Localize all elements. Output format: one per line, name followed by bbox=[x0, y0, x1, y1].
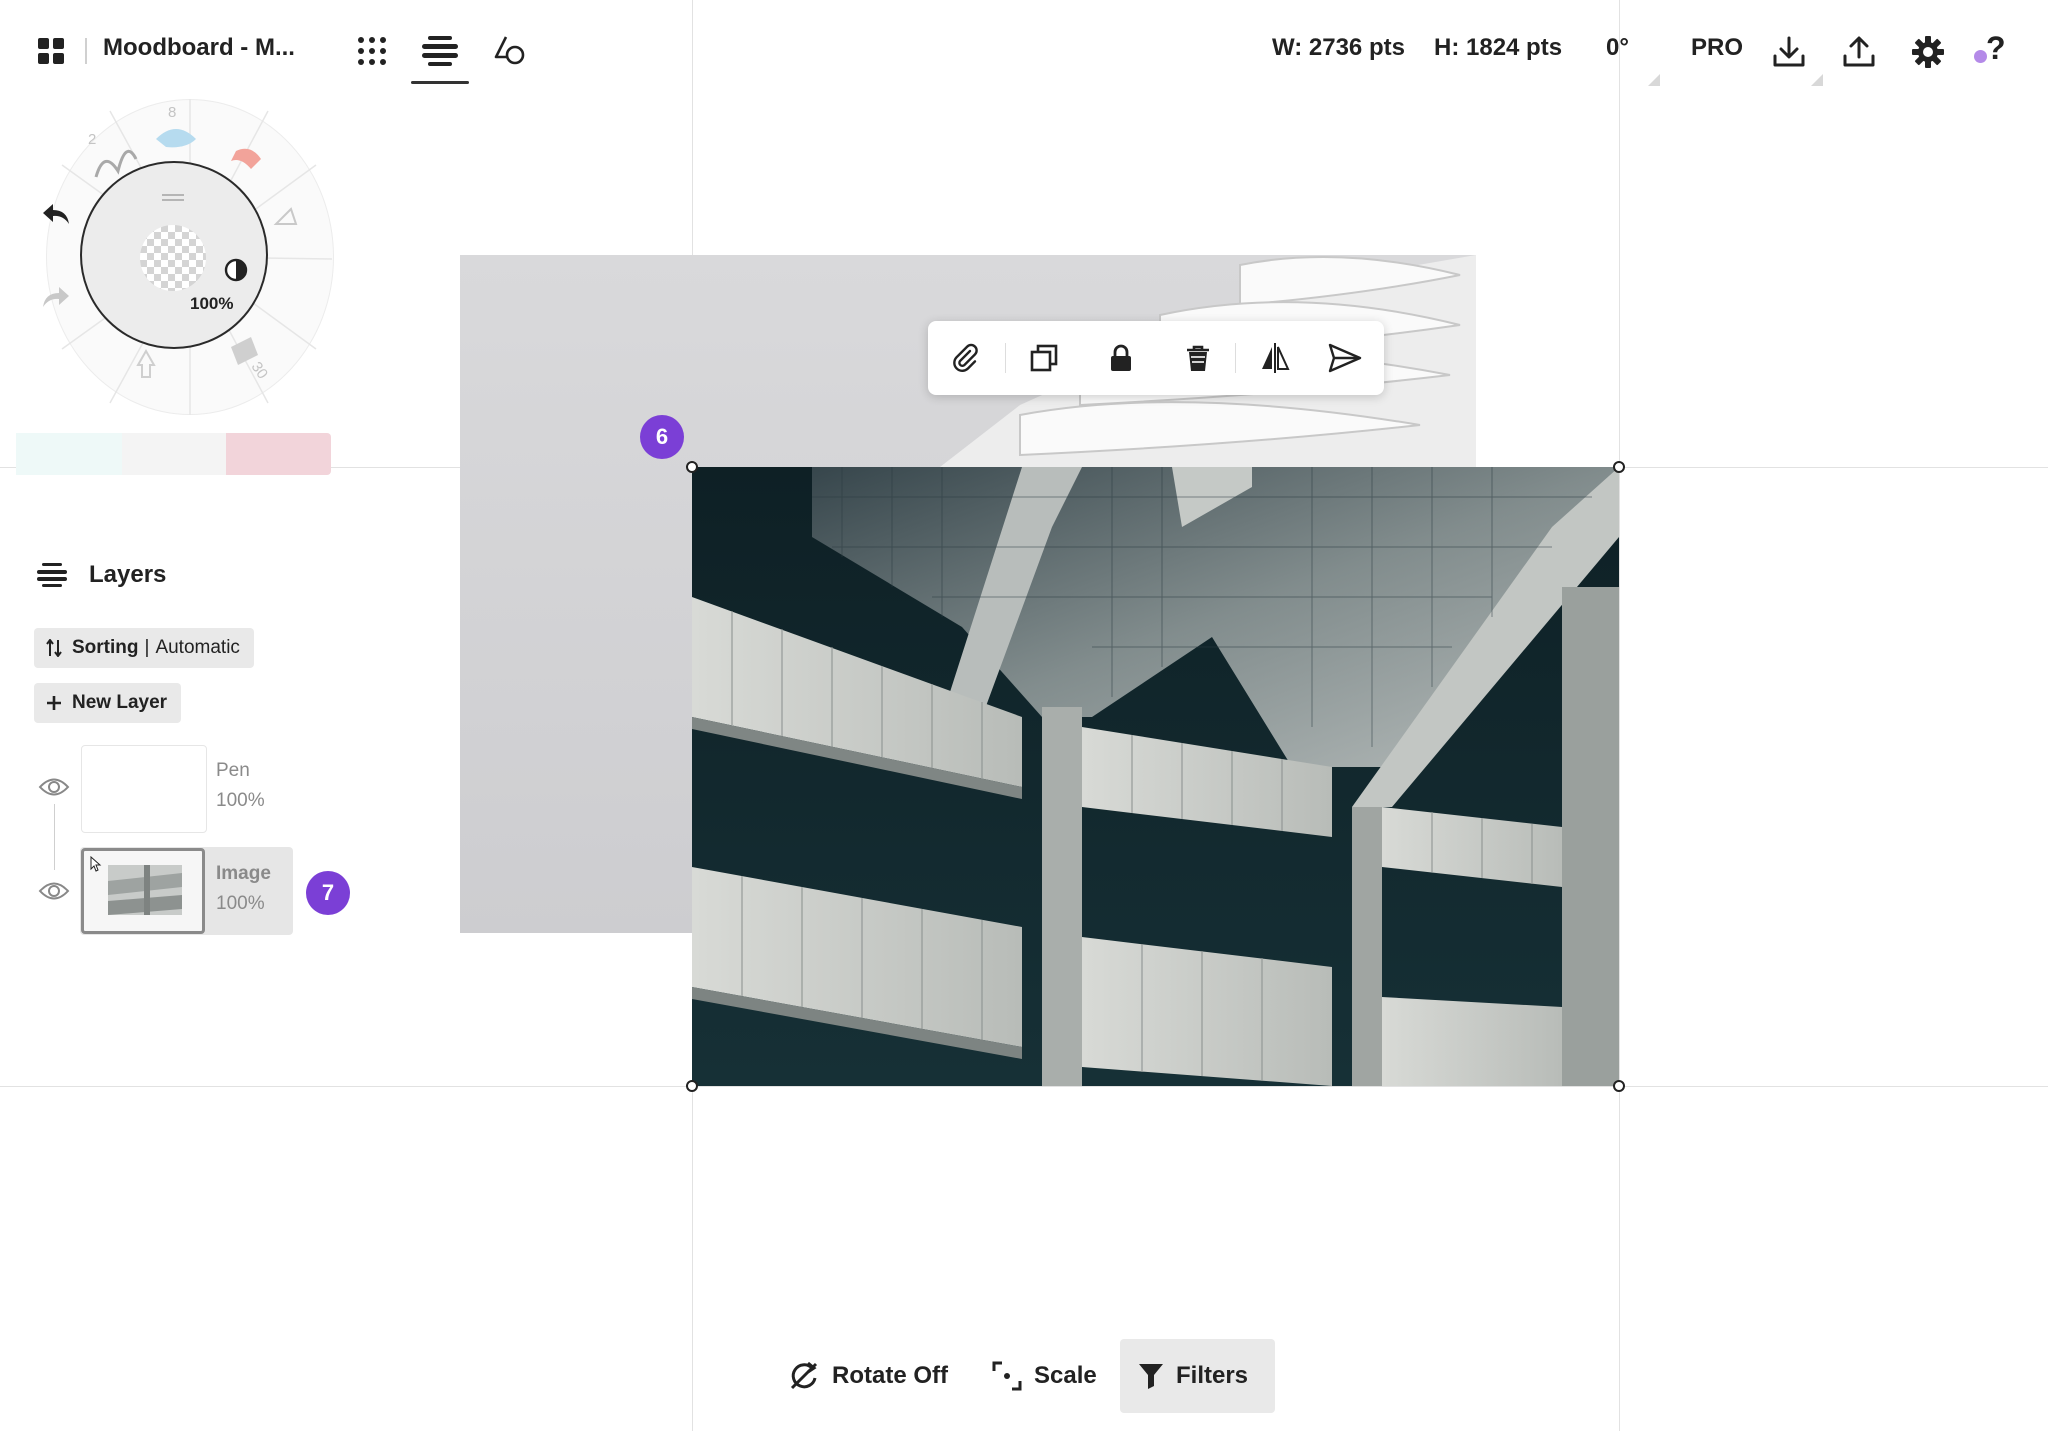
color-swatch-pink[interactable] bbox=[226, 433, 331, 475]
grid-icon[interactable] bbox=[36, 36, 66, 66]
toolbar-divider bbox=[1235, 343, 1236, 373]
active-tab-indicator bbox=[411, 81, 469, 84]
duplicate-icon[interactable] bbox=[1024, 338, 1064, 378]
pro-label[interactable]: PRO bbox=[1691, 34, 1743, 62]
flip-horizontal-icon[interactable] bbox=[1255, 338, 1295, 378]
width-readout[interactable]: W: 2736 pts bbox=[1272, 34, 1405, 62]
rotation-readout[interactable]: 0° bbox=[1606, 34, 1629, 62]
plus-icon bbox=[46, 695, 62, 711]
sorting-label: Sorting bbox=[72, 637, 139, 658]
layer-opacity-image: 100% bbox=[216, 893, 265, 914]
lock-icon[interactable] bbox=[1101, 338, 1141, 378]
layer-thumbnail-pen[interactable] bbox=[81, 745, 207, 833]
document-title[interactable]: Moodboard - M... bbox=[103, 34, 295, 62]
help-button[interactable]: ? bbox=[1986, 30, 2006, 67]
building-facade-dark bbox=[692, 467, 1619, 1086]
sort-icon bbox=[46, 639, 62, 657]
layer-opacity-pen: 100% bbox=[216, 790, 265, 811]
filters-button[interactable]: Filters bbox=[1120, 1339, 1275, 1413]
guide-line-horizontal-bottom bbox=[0, 1086, 2048, 1087]
layer-connector bbox=[54, 804, 55, 870]
size-label-small: 2 bbox=[88, 131, 97, 148]
sorting-button[interactable]: Sorting | Automatic bbox=[34, 628, 254, 668]
shapes-icon[interactable] bbox=[493, 34, 527, 68]
redo-icon[interactable] bbox=[40, 284, 72, 312]
title-divider bbox=[85, 38, 87, 64]
drag-handle-line bbox=[162, 199, 184, 201]
selection-toolbar bbox=[928, 321, 1384, 395]
new-layer-label: New Layer bbox=[72, 692, 168, 713]
eye-icon[interactable] bbox=[38, 880, 70, 902]
attach-icon[interactable] bbox=[945, 338, 985, 378]
rotate-toggle-button[interactable]: Rotate Off bbox=[770, 1339, 966, 1413]
sorting-separator: | bbox=[144, 637, 150, 658]
resize-handle-top-left[interactable] bbox=[686, 461, 698, 473]
rotate-label: Rotate Off bbox=[832, 1362, 948, 1389]
send-icon[interactable] bbox=[1325, 338, 1365, 378]
scale-label: Scale bbox=[1034, 1362, 1097, 1389]
layers-icon[interactable] bbox=[421, 34, 459, 68]
undo-icon[interactable] bbox=[40, 201, 72, 229]
dots-grid-icon[interactable] bbox=[355, 34, 389, 68]
delete-icon[interactable] bbox=[1178, 338, 1218, 378]
resize-handle-top-right[interactable] bbox=[1613, 461, 1625, 473]
transparency-preview bbox=[140, 225, 206, 291]
download-icon[interactable] bbox=[1771, 34, 1807, 70]
layer-name-image: Image bbox=[216, 863, 271, 884]
drag-handle[interactable] bbox=[162, 194, 184, 196]
gear-icon[interactable] bbox=[1910, 34, 1946, 70]
eye-icon[interactable] bbox=[38, 776, 70, 798]
rotate-off-icon bbox=[788, 1360, 820, 1392]
size-label-medium: 8 bbox=[168, 104, 177, 121]
resize-handle-bottom-right[interactable] bbox=[1613, 1080, 1625, 1092]
filters-label: Filters bbox=[1176, 1362, 1249, 1389]
upload-icon[interactable] bbox=[1841, 34, 1877, 70]
color-swatch-mint[interactable] bbox=[16, 433, 122, 475]
layers-panel-icon bbox=[37, 561, 67, 589]
cursor-icon bbox=[90, 855, 102, 872]
resize-handle-bottom-left[interactable] bbox=[686, 1080, 698, 1092]
download-corner-indicator bbox=[1811, 74, 1823, 86]
opacity-readout: 100% bbox=[190, 294, 234, 313]
contrast-icon[interactable] bbox=[224, 258, 248, 282]
rotation-corner-indicator bbox=[1648, 74, 1660, 86]
selected-image[interactable] bbox=[692, 467, 1619, 1086]
filter-icon bbox=[1138, 1362, 1164, 1390]
color-swatch-light-gray[interactable] bbox=[122, 433, 226, 475]
step-badge-layer: 7 bbox=[306, 871, 350, 915]
scale-button[interactable]: Scale bbox=[974, 1339, 1115, 1413]
step-badge-canvas: 6 bbox=[640, 415, 684, 459]
layers-panel-title: Layers bbox=[89, 561, 167, 588]
guide-line-vertical-right bbox=[1619, 0, 1620, 1431]
layer-name-pen: Pen bbox=[216, 760, 250, 781]
sorting-value: Automatic bbox=[155, 637, 240, 658]
new-layer-button[interactable]: New Layer bbox=[34, 683, 182, 723]
toolbar-divider bbox=[1005, 343, 1006, 373]
height-readout[interactable]: H: 1824 pts bbox=[1434, 34, 1562, 62]
scale-icon bbox=[992, 1361, 1022, 1391]
